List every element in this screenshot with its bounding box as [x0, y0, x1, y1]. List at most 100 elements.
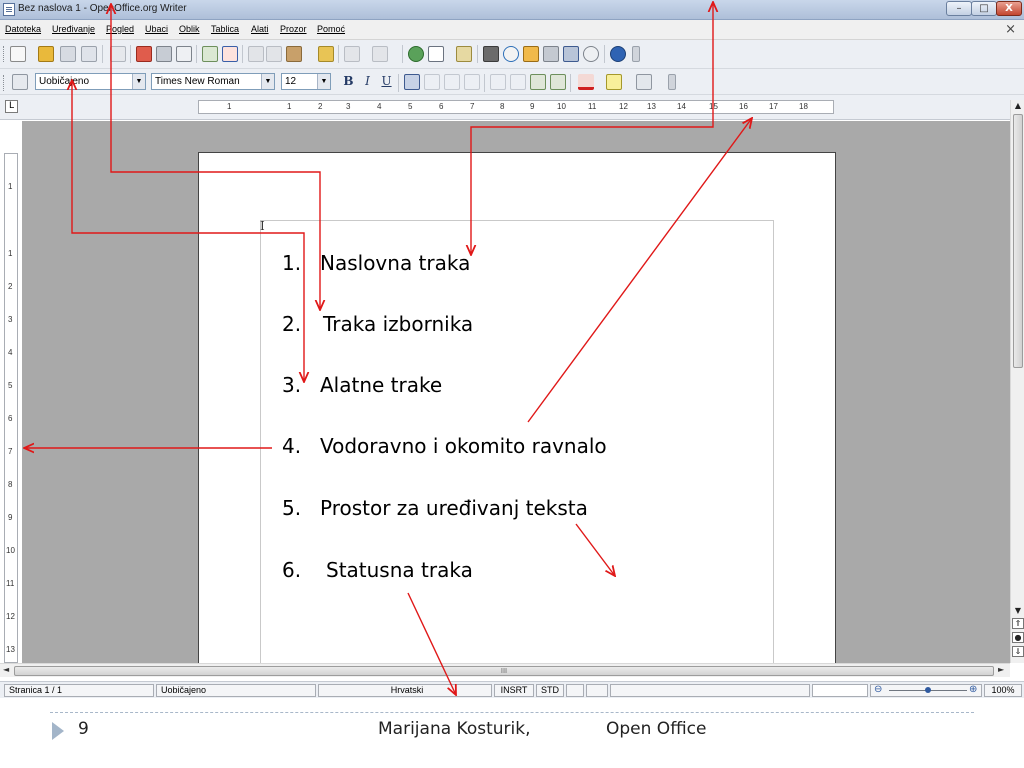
zoom-out-icon[interactable]: ⊖ [874, 685, 882, 695]
horizontal-ruler[interactable]: 1 1 2 3 4 5 6 7 8 9 10 11 12 13 14 15 16… [198, 100, 834, 114]
underline-button[interactable]: U [378, 73, 395, 90]
status-document-modified[interactable] [566, 684, 584, 697]
vertical-scroll-thumb[interactable] [1013, 114, 1023, 368]
autospellcheck-icon[interactable] [222, 46, 238, 62]
ruler-label: 1 [227, 102, 232, 111]
navigation-icon[interactable]: ● [1012, 632, 1024, 643]
navigator-icon[interactable] [503, 46, 519, 62]
chevron-down-icon[interactable]: ▼ [317, 74, 330, 89]
horizontal-scroll-thumb[interactable]: III [14, 666, 994, 676]
edit-file-icon[interactable] [110, 46, 126, 62]
close-window-button[interactable]: X [996, 1, 1022, 16]
styles-formatting-icon[interactable] [12, 74, 28, 90]
toolbar-separator [398, 74, 399, 92]
status-style[interactable]: Uobičajeno [156, 684, 316, 697]
data-sources-icon[interactable] [543, 46, 559, 62]
chevron-down-icon[interactable]: ▼ [132, 74, 145, 89]
align-justify-icon[interactable] [464, 74, 480, 90]
menu-pogled[interactable]: Pogled [106, 24, 134, 34]
zoom-slider[interactable]: ⊖ ⊕ [870, 684, 982, 697]
scroll-up-icon[interactable]: ▲ [1012, 101, 1024, 112]
menu-datoteka[interactable]: Datoteka [5, 24, 41, 34]
font-color-icon[interactable] [578, 74, 594, 90]
draw-functions-icon[interactable] [456, 46, 472, 62]
align-center-icon[interactable] [424, 74, 440, 90]
new-document-icon[interactable] [10, 46, 26, 62]
find-replace-icon[interactable] [483, 46, 499, 62]
maximize-button[interactable]: □ [971, 1, 997, 16]
scroll-left-icon[interactable]: ◄ [3, 665, 9, 674]
vertical-scrollbar[interactable]: ▲ ▼ ⇑ ● ⇓ [1010, 100, 1024, 663]
minimize-button[interactable]: – [946, 1, 972, 16]
open-folder-icon[interactable] [38, 46, 54, 62]
menu-ubaci[interactable]: Ubaci [145, 24, 168, 34]
menu-tablica[interactable]: Tablica [211, 24, 239, 34]
menu-pomoc[interactable]: Pomoć [317, 24, 345, 34]
document-page[interactable]: I [198, 152, 836, 663]
paragraph-style-select[interactable]: Uobičajeno ▼ [35, 73, 146, 90]
zoom-icon[interactable] [583, 46, 599, 62]
close-document-icon[interactable]: × [1005, 22, 1016, 37]
background-color-icon[interactable] [636, 74, 652, 90]
previous-page-icon[interactable]: ⇑ [1012, 618, 1024, 629]
export-pdf-icon[interactable] [136, 46, 152, 62]
chevron-down-icon[interactable]: ▼ [261, 74, 274, 89]
table-icon[interactable] [428, 46, 444, 62]
status-insert-mode[interactable]: INSRT [494, 684, 534, 697]
save-icon[interactable] [60, 46, 76, 62]
horizontal-scrollbar[interactable]: ◄ III ► [0, 663, 1010, 677]
font-name-select[interactable]: Times New Roman ▼ [151, 73, 275, 90]
bold-button[interactable]: B [340, 73, 357, 90]
paste-icon[interactable] [286, 46, 302, 62]
align-left-icon[interactable] [404, 74, 420, 90]
document-workspace[interactable]: I [22, 121, 1010, 663]
copy-icon[interactable] [266, 46, 282, 62]
decrease-indent-icon[interactable] [530, 74, 546, 90]
spellcheck-icon[interactable] [202, 46, 218, 62]
undo-icon[interactable] [344, 46, 360, 62]
hyperlink-icon[interactable] [408, 46, 424, 62]
menu-bar: Datoteka Uređivanje Pogled Ubaci Oblik T… [0, 20, 1024, 40]
redo-icon[interactable] [372, 46, 388, 62]
menu-alati[interactable]: Alati [251, 24, 269, 34]
scroll-right-icon[interactable]: ► [998, 665, 1004, 674]
toolbar-separator [338, 45, 339, 63]
ruler-label: 10 [6, 546, 15, 555]
font-size-select[interactable]: 12 ▼ [281, 73, 331, 90]
ruler-label: 12 [619, 102, 628, 111]
increase-indent-icon[interactable] [550, 74, 566, 90]
print-icon[interactable] [156, 46, 172, 62]
status-zoom[interactable]: 100% [984, 684, 1022, 697]
menu-uredivanje[interactable]: Uređivanje [52, 24, 95, 34]
status-signature[interactable] [586, 684, 608, 697]
zoom-in-icon[interactable]: ⊕ [969, 685, 977, 695]
numbering-icon[interactable] [490, 74, 506, 90]
vertical-ruler[interactable]: 1 1 2 3 4 5 6 7 8 9 10 11 12 13 [4, 153, 18, 663]
zoom-knob[interactable] [925, 687, 931, 693]
toolbar-grip[interactable] [3, 46, 6, 62]
scroll-down-icon[interactable]: ▼ [1012, 606, 1024, 617]
ruler-label: 2 [8, 282, 13, 291]
email-icon[interactable] [81, 46, 97, 62]
italic-button[interactable]: I [359, 73, 376, 90]
view-layout-icon[interactable] [812, 684, 868, 697]
menu-prozor[interactable]: Prozor [280, 24, 307, 34]
bullets-icon[interactable] [510, 74, 526, 90]
print-preview-icon[interactable] [176, 46, 192, 62]
status-page[interactable]: Stranica 1 / 1 [4, 684, 154, 697]
help-icon[interactable] [610, 46, 626, 62]
toolbar-overflow-icon[interactable] [668, 74, 676, 90]
formatting-marks-icon[interactable] [563, 46, 579, 62]
next-page-icon[interactable]: ⇓ [1012, 646, 1024, 657]
highlighting-icon[interactable] [606, 74, 622, 90]
toolbar-grip[interactable] [3, 75, 6, 91]
menu-oblik[interactable]: Oblik [179, 24, 200, 34]
gallery-icon[interactable] [523, 46, 539, 62]
status-selection-mode[interactable]: STD [536, 684, 564, 697]
toolbar-overflow-icon[interactable] [632, 46, 640, 62]
format-paintbrush-icon[interactable] [318, 46, 334, 62]
align-right-icon[interactable] [444, 74, 460, 90]
status-language[interactable]: Hrvatski [318, 684, 492, 697]
tab-stop-selector[interactable]: L [5, 100, 18, 113]
cut-icon[interactable] [248, 46, 264, 62]
